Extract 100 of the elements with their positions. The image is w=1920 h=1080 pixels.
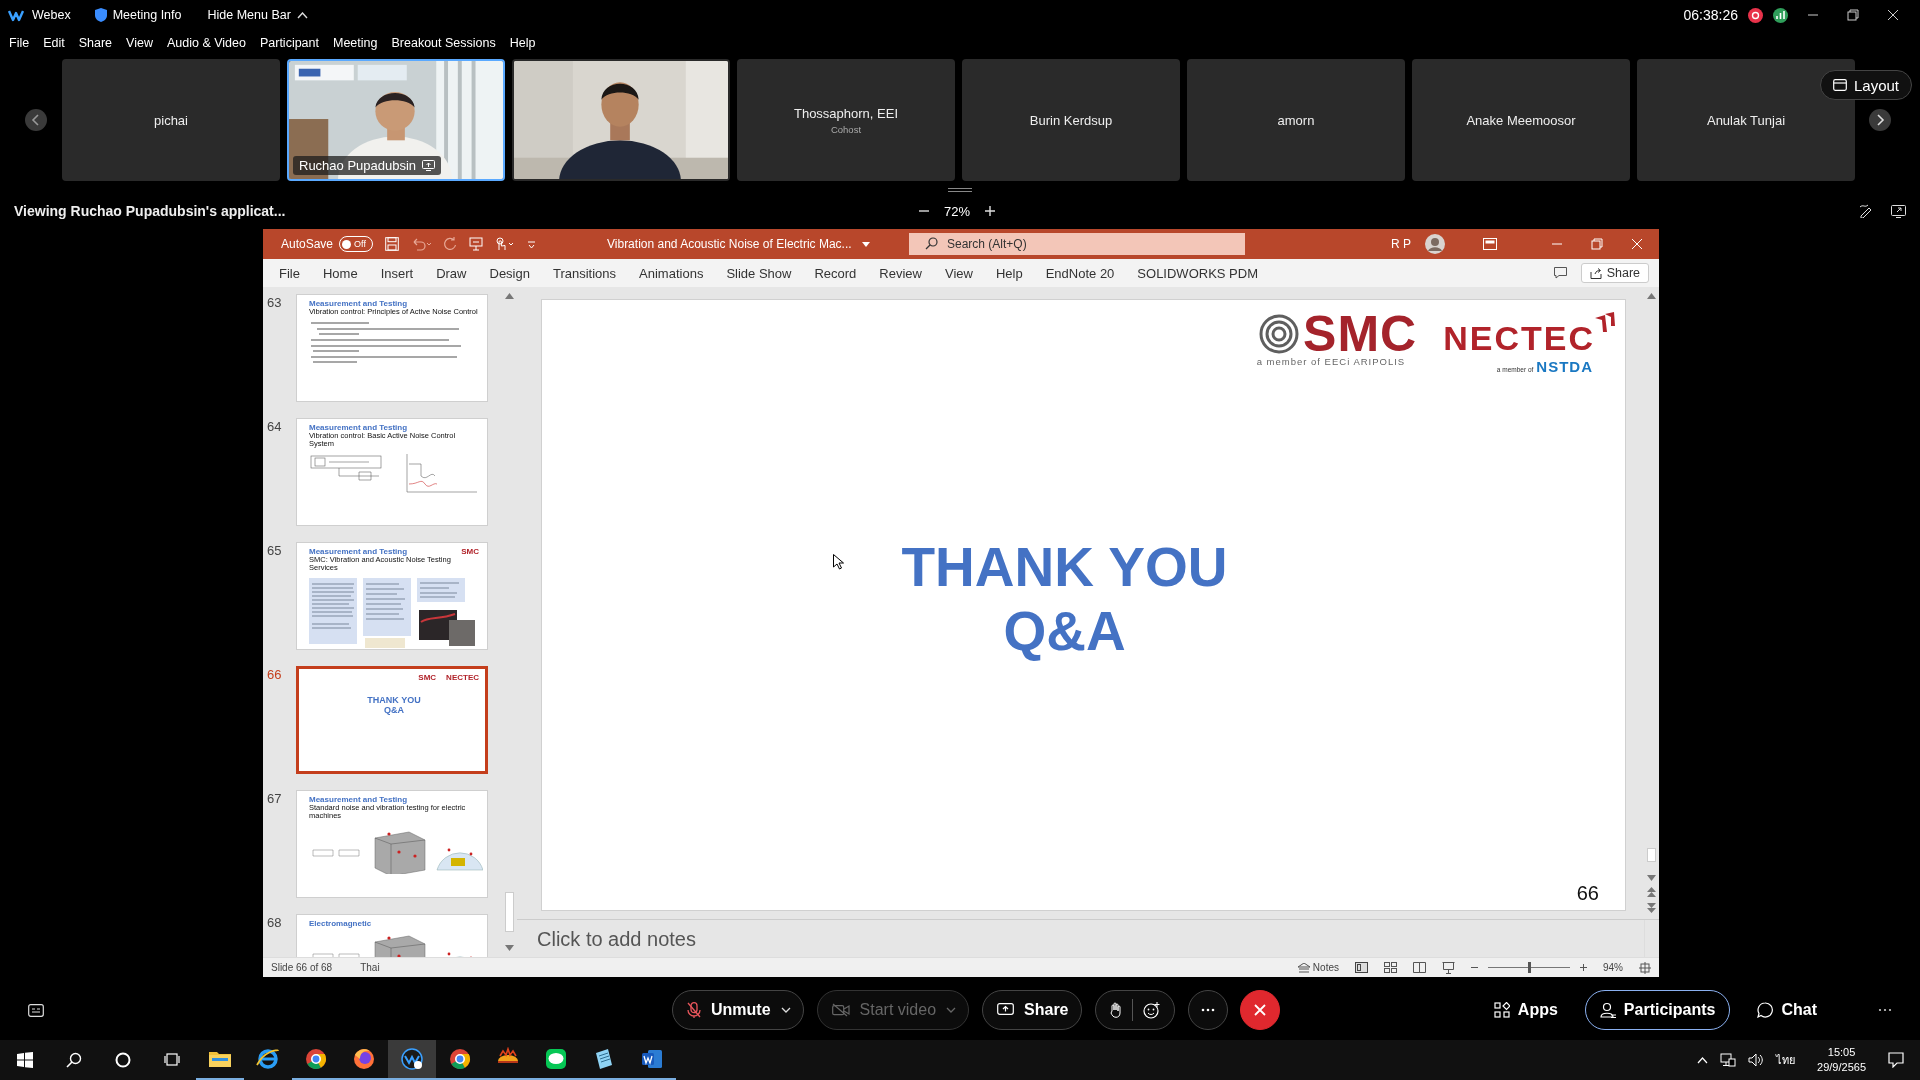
comments-icon[interactable]	[1553, 267, 1567, 279]
hide-menu-bar-button[interactable]: Hide Menu Bar	[207, 8, 308, 22]
meeting-app-icon	[400, 1047, 424, 1071]
input-language[interactable]: ไทย	[1776, 1051, 1796, 1069]
ribbon-display-icon[interactable]	[1483, 238, 1497, 250]
participant-name: Thossaphorn, EEI	[793, 105, 899, 121]
scroll-up-icon[interactable]	[505, 293, 514, 299]
ribbon-tab[interactable]: Animations	[639, 265, 704, 281]
leave-meeting-button[interactable]	[1239, 990, 1280, 1030]
volume-icon[interactable]	[1748, 1053, 1765, 1067]
resize-handle[interactable]	[948, 188, 972, 192]
scroll-left-icon[interactable]	[25, 109, 47, 131]
slide-show-icon[interactable]	[1442, 961, 1455, 974]
pop-out-icon[interactable]	[1891, 204, 1906, 218]
slide-thumbnail[interactable]: Electromagnetic	[296, 914, 488, 957]
previous-slide-icon[interactable]	[1647, 887, 1656, 897]
meeting-info-button[interactable]: Meeting Info	[94, 8, 182, 22]
document-app-icon	[640, 1047, 664, 1071]
ribbon-tab[interactable]: Slide Show	[726, 265, 792, 281]
participant-tile[interactable]: amorn	[1187, 59, 1405, 181]
ribbon-tab[interactable]: Transitions	[552, 265, 617, 281]
notifications-icon[interactable]	[1888, 1052, 1904, 1068]
ribbon-tab[interactable]: Design	[489, 265, 530, 281]
start-icon[interactable]	[16, 1052, 33, 1068]
notes-field[interactable]: Click to add notes	[517, 920, 1644, 957]
scrollbar-thumb[interactable]	[1647, 848, 1656, 862]
close-icon[interactable]	[1887, 9, 1899, 21]
network-icon[interactable]	[1720, 1053, 1737, 1067]
slide-thumbnail[interactable]: SMC NECTEC THANK YOU Q&A	[296, 666, 488, 774]
save-icon[interactable]	[385, 237, 400, 251]
fit-slide-icon[interactable]	[1639, 961, 1651, 974]
ribbon-tab[interactable]: Review	[879, 265, 922, 281]
participant-name: amorn	[1277, 112, 1315, 128]
task-view-icon[interactable]	[163, 1052, 180, 1068]
ribbon-tab[interactable]: File	[279, 265, 300, 281]
apps-button[interactable]: Apps	[1478, 990, 1573, 1030]
taskbar-button[interactable]	[388, 1040, 436, 1080]
menu-item[interactable]: View	[126, 36, 153, 50]
layout-button[interactable]: Layout	[1819, 70, 1912, 100]
menu-item[interactable]: Audio & Video	[166, 36, 246, 50]
reading-view-icon[interactable]	[1413, 962, 1426, 973]
menu-item[interactable]: Edit	[43, 36, 65, 50]
zoom-percent[interactable]: 94%	[1603, 962, 1623, 973]
scrollbar-thumb[interactable]	[505, 892, 514, 932]
annotate-icon[interactable]	[1859, 204, 1873, 218]
restore-icon[interactable]	[1847, 9, 1859, 21]
video-tile[interactable]: Ruchao Pupadubsin	[287, 59, 505, 181]
unmute-button[interactable]: Unmute	[672, 990, 804, 1030]
ribbon-tab[interactable]: Help	[995, 265, 1023, 281]
captions-icon[interactable]	[28, 1003, 44, 1017]
share-button[interactable]: Share	[982, 990, 1082, 1030]
menu-item[interactable]: Meeting	[333, 36, 378, 50]
document-title[interactable]: Vibration and Acoustic Noise of Electric Mac...	[593, 237, 909, 251]
next-slide-icon[interactable]	[1647, 903, 1656, 913]
ribbon-tab[interactable]: EndNote 20	[1045, 265, 1115, 281]
participant-tile[interactable]: Burin Kerdsup	[962, 59, 1180, 181]
language-indicator[interactable]: Thai	[360, 962, 380, 973]
participant-tile[interactable]: Anake Meemoosor	[1412, 59, 1630, 181]
participant-tile[interactable]: pichai	[62, 59, 280, 181]
zoom-slider-thumb[interactable]	[1528, 962, 1531, 973]
ribbon-tab[interactable]: Home	[322, 265, 358, 281]
slide-count: Slide 66 of 68	[271, 962, 333, 973]
touch-icon[interactable]	[495, 237, 516, 251]
slide-sorter-icon[interactable]	[1384, 962, 1397, 973]
cortana-icon[interactable]	[114, 1052, 131, 1068]
more-icon[interactable]	[1878, 1008, 1892, 1012]
ribbon-tab[interactable]: View	[945, 265, 973, 281]
avatar-icon[interactable]	[1425, 234, 1445, 254]
search-icon[interactable]	[65, 1052, 82, 1068]
ribbon-tab[interactable]: Insert	[380, 265, 414, 281]
undo-icon[interactable]	[411, 237, 432, 251]
ribbon-tab[interactable]: Draw	[436, 265, 467, 281]
scroll-up-icon[interactable]	[1647, 293, 1656, 299]
notes-button[interactable]: Notes	[1297, 962, 1339, 973]
normal-view-icon[interactable]	[1355, 962, 1368, 973]
zoom-out-icon[interactable]	[1471, 964, 1478, 971]
presenter-icon[interactable]	[469, 237, 484, 251]
menu-item[interactable]: Participant	[259, 36, 319, 50]
reactions-button[interactable]	[1094, 990, 1175, 1030]
participant-tile[interactable]: Thossaphorn, EEI Cohost	[737, 59, 955, 181]
menu-item[interactable]: Share	[78, 36, 113, 50]
ribbon-tab[interactable]: Record	[814, 265, 857, 281]
share-button[interactable]: Share	[1580, 263, 1649, 283]
ribbon-tab[interactable]: SOLIDWORKS PDM	[1137, 265, 1258, 281]
scroll-right-icon[interactable]	[1869, 109, 1891, 131]
participant-tile[interactable]: Anulak Tunjai	[1637, 59, 1855, 181]
scroll-down-icon[interactable]	[1647, 875, 1656, 881]
zoom-in-icon[interactable]	[1580, 964, 1587, 971]
restore-icon[interactable]	[1591, 238, 1603, 250]
menu-item[interactable]: Help	[509, 36, 536, 50]
layout-icon	[1832, 79, 1847, 91]
chat-button[interactable]: Chat	[1742, 990, 1832, 1030]
close-icon	[1253, 1004, 1266, 1016]
scroll-down-icon[interactable]	[505, 945, 514, 951]
chevron-up-icon[interactable]	[1697, 1056, 1709, 1064]
search-field[interactable]: Search (Alt+Q)	[909, 233, 1245, 255]
menu-item[interactable]: File	[9, 36, 30, 50]
customize-icon[interactable]	[527, 239, 537, 249]
redo-icon[interactable]	[443, 237, 458, 251]
menu-item[interactable]: Breakout Sessions	[391, 36, 496, 50]
